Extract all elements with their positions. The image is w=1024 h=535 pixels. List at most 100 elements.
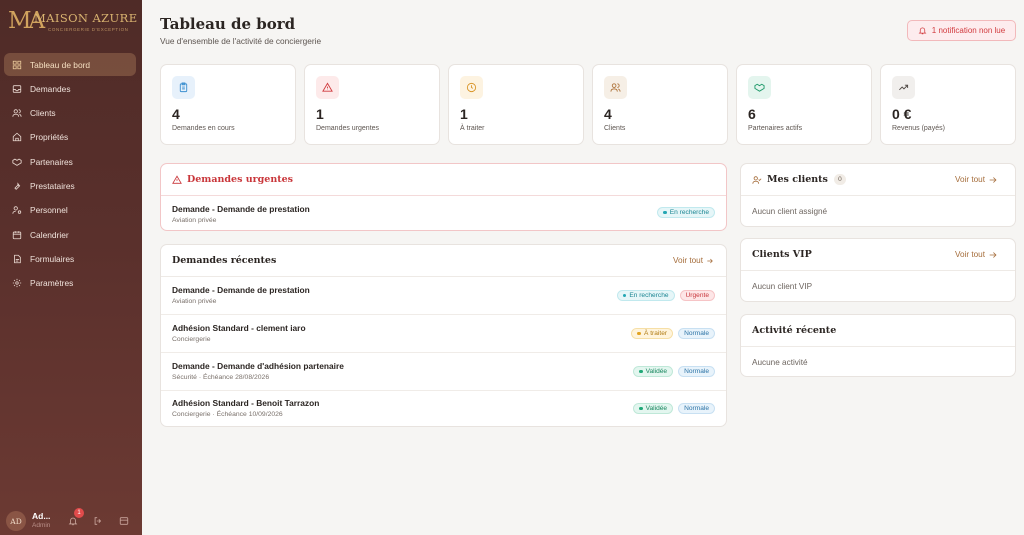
stat-value: 6 (748, 106, 756, 122)
urgent-requests-panel: Demandes urgentes Demande - Demande de p… (160, 163, 727, 231)
sidebar-item-label: Propriétés (30, 132, 69, 143)
sidebar-item-parametres[interactable]: Paramètres (4, 272, 136, 295)
request-category: Sécurité · Échéance 28/08/2026 (172, 374, 270, 381)
empty-state-text: Aucun client VIP (752, 282, 813, 291)
my-clients-panel: Mes clients 0 Voir tout Aucun client ass… (740, 163, 1016, 227)
priority-badge: Urgente (679, 290, 715, 301)
section-title: Mes clients (767, 174, 828, 185)
sidebar-item-personnel[interactable]: Personnel (4, 199, 136, 222)
arrow-right-icon (989, 176, 997, 183)
sidebar-item-label: Demandes (30, 83, 71, 94)
sidebar-item-tableau-de-bord[interactable]: Tableau de bord (4, 53, 136, 76)
avatar[interactable]: AD (6, 511, 26, 531)
list-item[interactable]: Adhésion Standard - clement iaro Concier… (161, 315, 726, 353)
sidebar-nav: Tableau de bord Demandes Clients Proprié… (4, 53, 136, 296)
recent-requests-panel: Demandes récentes Voir tout Demande - De… (160, 244, 727, 427)
wrench-icon (11, 180, 22, 191)
list-item[interactable]: Demande - Demande d'adhésion partenaire … (161, 353, 726, 391)
request-category: Aviation privée (172, 298, 217, 305)
sidebar-item-clients[interactable]: Clients (4, 102, 136, 125)
list-item[interactable]: Demande - Demande de prestation Aviation… (161, 277, 726, 315)
calendar-icon (11, 229, 22, 240)
collapse-sidebar-icon[interactable] (118, 515, 129, 526)
empty-state-text: Aucune activité (752, 358, 808, 367)
logout-icon[interactable] (92, 515, 103, 526)
request-title: Demande - Demande d'adhésion partenaire (172, 361, 344, 371)
stat-label: Demandes en cours (172, 125, 235, 132)
handshake-icon (748, 76, 771, 99)
notification-count-badge: 1 (74, 508, 84, 518)
sidebar-item-calendrier[interactable]: Calendrier (4, 223, 136, 246)
notification-text: 1 notification non lue (931, 26, 1006, 35)
stat-value: 4 (172, 106, 180, 122)
vip-clients-header: Clients VIP Voir tout (741, 239, 1015, 271)
stat-label: À traiter (460, 125, 485, 132)
user-cog-icon (11, 205, 22, 216)
brand-name: MAISON AZURE (34, 11, 138, 25)
empty-state-text: Aucun client assigné (752, 207, 828, 216)
user-panel: AD Ad... Admin 1 (0, 507, 142, 535)
request-title: Adhésion Standard - clement iaro (172, 323, 306, 333)
trend-up-icon (892, 76, 915, 99)
sidebar-item-partenaires[interactable]: Partenaires (4, 150, 136, 173)
sidebar-item-formulaires[interactable]: Formulaires (4, 247, 136, 270)
priority-badge: Normale (678, 366, 715, 377)
brand-logo[interactable]: MA MAISON AZURE CONCIERGERIE D'EXCEPTION (8, 8, 138, 36)
status-badge: À traiter (631, 328, 674, 339)
see-all-link[interactable]: Voir tout (955, 175, 1003, 185)
stat-card-revenus[interactable]: 0 € Revenus (payés) (880, 64, 1016, 145)
user-check-icon (752, 175, 762, 184)
stat-label: Demandes urgentes (316, 125, 380, 132)
arrow-right-icon (707, 258, 713, 263)
alert-icon (316, 76, 339, 99)
sidebar-item-label: Prestataires (30, 180, 75, 191)
arrow-right-icon (989, 251, 997, 258)
notification-banner[interactable]: 1 notification non lue (907, 20, 1016, 41)
form-icon (11, 253, 22, 264)
stat-value: 1 (460, 106, 468, 122)
stat-value: 0 € (892, 106, 912, 122)
users-icon (11, 108, 22, 119)
sidebar-item-label: Personnel (30, 205, 68, 216)
stat-card-demandes-en-cours[interactable]: 4 Demandes en cours (160, 64, 296, 145)
sidebar-item-label: Formulaires (30, 253, 75, 264)
home-icon (11, 132, 22, 143)
stat-label: Clients (604, 125, 626, 132)
brand-tagline: CONCIERGERIE D'EXCEPTION (48, 27, 129, 32)
bell-icon (918, 27, 927, 35)
sidebar-item-label: Clients (30, 108, 56, 119)
stat-card-clients[interactable]: 4 Clients (592, 64, 728, 145)
stat-label: Revenus (payés) (892, 125, 945, 132)
see-all-link[interactable]: Voir tout (955, 250, 1003, 260)
clock-icon (460, 76, 483, 99)
sidebar-item-demandes[interactable]: Demandes (4, 77, 136, 100)
stat-card-a-traiter[interactable]: 1 À traiter (448, 64, 584, 145)
request-category: Aviation privée (172, 217, 217, 224)
status-badge: En recherche (657, 207, 715, 218)
sidebar: MA MAISON AZURE CONCIERGERIE D'EXCEPTION… (0, 0, 142, 535)
users-icon (604, 76, 627, 99)
page-subtitle: Vue d'ensemble de l'activité de concierg… (160, 36, 322, 46)
stat-card-partenaires-actifs[interactable]: 6 Partenaires actifs (736, 64, 872, 145)
user-role: Admin (32, 522, 51, 529)
sidebar-item-proprietes[interactable]: Propriétés (4, 126, 136, 149)
status-badge: En recherche (616, 290, 675, 301)
priority-badge: Normale (678, 403, 715, 414)
stat-card-demandes-urgentes[interactable]: 1 Demandes urgentes (304, 64, 440, 145)
list-item[interactable]: Adhésion Standard - Benoit Tarrazon Conc… (161, 390, 726, 428)
status-badge: Validée (633, 366, 674, 377)
request-category: Conciergerie · Échéance 10/09/2026 (172, 411, 283, 418)
recent-activity-panel: Activité récente Aucune activité (740, 314, 1016, 377)
section-title: Clients VIP (752, 249, 812, 260)
urgent-requests-header: Demandes urgentes (161, 164, 726, 196)
sidebar-item-prestataires[interactable]: Prestataires (4, 174, 136, 197)
list-item[interactable]: Demande - Demande de prestation Aviation… (161, 196, 726, 234)
recent-activity-header: Activité récente (741, 315, 1015, 347)
user-name: Ad... (32, 511, 51, 521)
my-clients-header: Mes clients 0 Voir tout (741, 164, 1015, 196)
see-all-link[interactable]: Voir tout (673, 256, 714, 265)
status-badge: Validée (633, 403, 674, 414)
page-title: Tableau de bord (160, 15, 296, 33)
stat-value: 4 (604, 106, 612, 122)
request-title: Adhésion Standard - Benoit Tarrazon (172, 398, 320, 408)
